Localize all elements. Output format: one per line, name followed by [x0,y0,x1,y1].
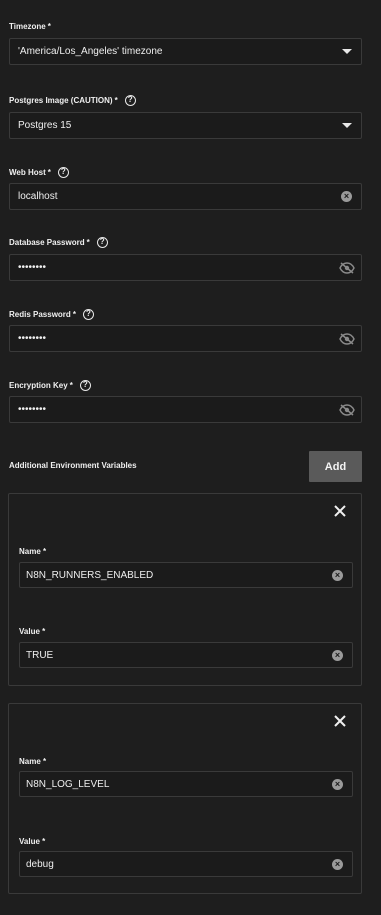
clear-icon[interactable]: × [332,649,343,661]
web-host-label-text: Web Host [9,167,46,177]
required-marker: * [43,757,47,766]
chevron-down-icon [342,123,352,128]
database-password-input[interactable]: •••••••• [9,254,362,281]
eye-off-icon[interactable] [339,261,355,274]
required-marker: * [47,21,51,31]
required-marker: * [86,237,90,247]
database-password-value: •••••••• [18,262,47,273]
encryption-key-value: •••••••• [18,404,47,415]
help-icon[interactable]: ? [57,166,69,178]
required-marker: * [47,167,51,177]
required-marker: * [43,547,47,556]
add-env-var-button[interactable]: Add [309,451,362,482]
database-password-label-text: Database Password [9,237,85,247]
env-value-label: Value * [19,627,45,636]
close-icon[interactable] [333,714,347,728]
env-value-value: TRUE [26,649,54,661]
required-marker: * [42,837,46,846]
clear-icon[interactable]: × [332,569,343,581]
help-icon[interactable]: ? [124,94,136,106]
help-icon[interactable]: ? [82,308,94,320]
env-name-input[interactable]: N8N_RUNNERS_ENABLED × [19,562,353,588]
redis-password-label-text: Redis Password [9,309,71,319]
timezone-label: Timezone * [9,20,51,32]
postgres-image-label-text: Postgres Image (CAUTION) [9,95,113,105]
web-host-label: Web Host * ? [9,166,69,178]
clear-icon[interactable]: × [332,778,343,790]
encryption-key-input[interactable]: •••••••• [9,396,362,423]
env-value-label: Value * [19,837,45,846]
close-icon[interactable] [333,504,347,518]
env-value-input[interactable]: TRUE × [19,642,353,668]
env-name-label: Name * [19,757,46,766]
postgres-image-select[interactable]: Postgres 15 [9,112,362,139]
help-icon[interactable]: ? [96,236,108,248]
env-var-card: Name * N8N_LOG_LEVEL × Value * debug × [8,703,362,894]
database-password-label: Database Password * ? [9,236,108,248]
help-icon[interactable]: ? [79,379,91,391]
env-section-title: Additional Environment Variables [9,461,137,470]
env-name-label-text: Name [19,757,41,766]
env-value-label-text: Value [19,627,40,636]
redis-password-input[interactable]: •••••••• [9,325,362,352]
eye-off-icon[interactable] [339,332,355,345]
timezone-label-text: Timezone [9,21,46,31]
env-name-value: N8N_RUNNERS_ENABLED [26,569,154,581]
web-host-input[interactable]: localhost × [9,183,362,210]
eye-off-icon[interactable] [339,403,355,416]
env-name-value: N8N_LOG_LEVEL [26,778,110,790]
required-marker: * [114,95,118,105]
env-value-value: debug [26,858,54,870]
required-marker: * [69,380,73,390]
env-name-label: Name * [19,547,46,556]
clear-icon[interactable]: × [332,858,343,870]
required-marker: * [42,627,46,636]
required-marker: * [72,309,76,319]
postgres-image-value: Postgres 15 [18,120,72,131]
timezone-value: 'America/Los_Angeles' timezone [18,46,163,57]
env-value-input[interactable]: debug × [19,851,353,877]
env-value-label-text: Value [19,837,40,846]
env-var-card: Name * N8N_RUNNERS_ENABLED × Value * TRU… [8,493,362,686]
redis-password-value: •••••••• [18,333,47,344]
clear-icon[interactable]: × [341,191,352,202]
encryption-key-label: Encryption Key * ? [9,379,91,391]
env-name-label-text: Name [19,547,41,556]
postgres-image-label: Postgres Image (CAUTION) * ? [9,94,136,106]
encryption-key-label-text: Encryption Key [9,380,68,390]
redis-password-label: Redis Password * ? [9,308,94,320]
timezone-select[interactable]: 'America/Los_Angeles' timezone [9,38,362,65]
env-name-input[interactable]: N8N_LOG_LEVEL × [19,771,353,797]
chevron-down-icon [342,49,352,54]
web-host-value: localhost [18,191,58,202]
